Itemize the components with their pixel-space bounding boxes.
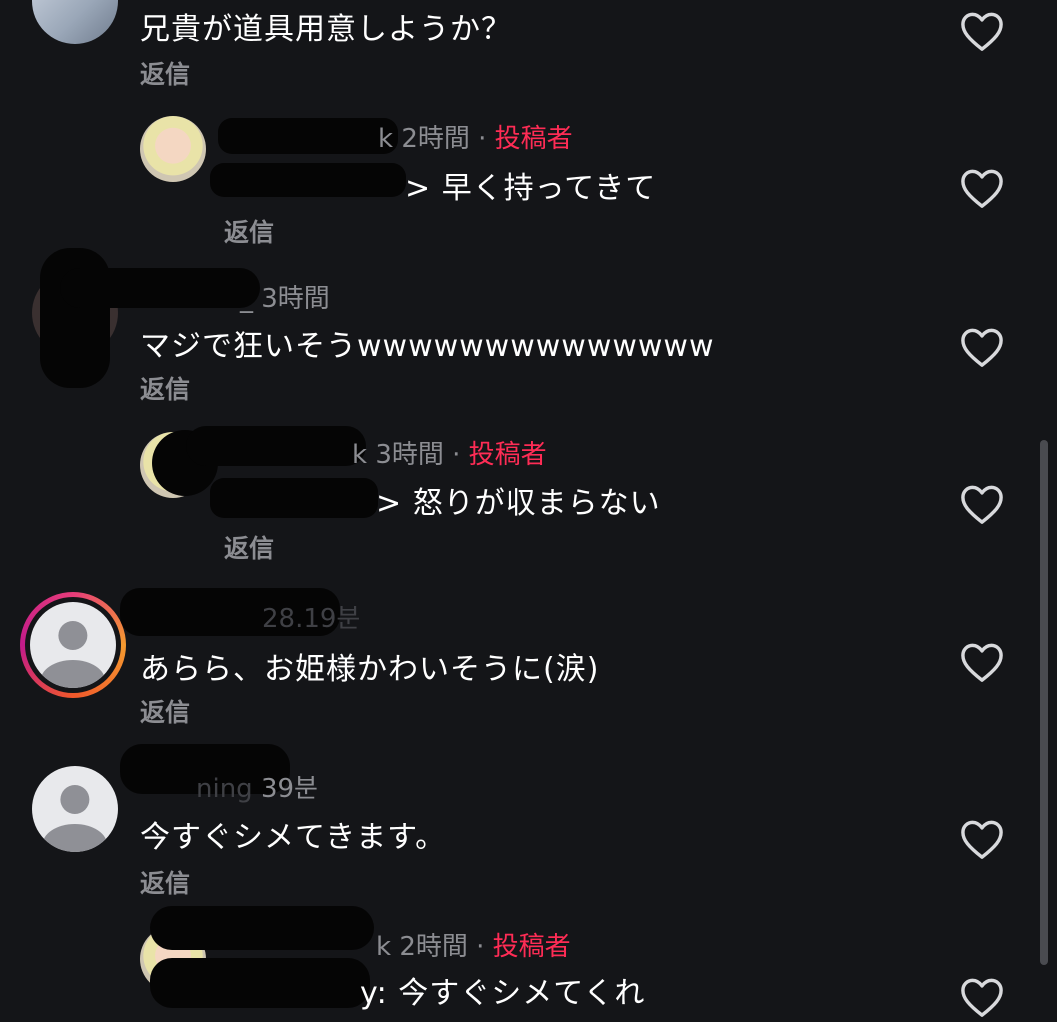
default-user-icon[interactable]	[30, 602, 116, 688]
like-heart-icon[interactable]	[959, 326, 1005, 368]
comment-text-line: y: 今すぐシメてくれ	[360, 968, 645, 1012]
meta-separator: ·	[476, 932, 485, 962]
redacted-username	[218, 118, 398, 154]
comment-time: 28.19분	[262, 604, 361, 634]
comment-text-line: > 早く持ってきて	[405, 163, 656, 207]
comment-text: 早く持ってきて	[441, 171, 657, 206]
author-tag: 投稿者	[468, 440, 547, 470]
redacted-mention	[210, 163, 406, 197]
comment-text: 今すぐシメてくれ	[398, 976, 646, 1011]
like-heart-icon[interactable]	[959, 483, 1005, 525]
redacted-username	[60, 268, 260, 308]
comment-time: 2時間	[399, 932, 468, 962]
author-tag: 投稿者	[494, 124, 573, 154]
reply-button[interactable]: 返信	[140, 864, 190, 900]
redacted-mention	[210, 478, 378, 518]
username-fragment[interactable]: k	[352, 440, 367, 470]
comment-meta: 28.19분	[262, 598, 360, 635]
meta-separator: ·	[478, 124, 487, 154]
like-heart-icon[interactable]	[959, 167, 1005, 209]
comment-text: 怒りが収まらない	[412, 486, 661, 521]
comment-time: 3時間	[261, 284, 330, 314]
avatar[interactable]	[32, 0, 118, 44]
default-user-icon[interactable]	[32, 766, 118, 852]
reply-button[interactable]: 返信	[224, 213, 274, 249]
comment-meta: k 2時間 · 投稿者	[376, 926, 571, 963]
author-tag: 投稿者	[492, 932, 571, 962]
meta-separator: ·	[452, 440, 461, 470]
comment-text: マジで狂いそうwwwwwwwwwwwwww	[140, 329, 715, 364]
comment-meta: k 2時間 · 投稿者	[378, 118, 573, 155]
like-heart-icon[interactable]	[959, 818, 1005, 860]
mention-suffix: >	[405, 171, 432, 206]
like-heart-icon[interactable]	[959, 10, 1005, 52]
reply-button[interactable]: 返信	[140, 370, 190, 406]
mention-suffix: y:	[360, 976, 388, 1011]
redacted-username	[186, 426, 366, 466]
comment-text: あらら、お姫様かわいそうに(涙)	[140, 652, 600, 687]
username-fragment[interactable]: ning	[196, 774, 253, 804]
reply-button[interactable]: 返信	[224, 529, 274, 565]
mention-suffix: >	[376, 486, 403, 521]
comment-time: 3時間	[375, 440, 444, 470]
like-heart-icon[interactable]	[959, 641, 1005, 683]
comment-time: 2時間	[401, 124, 470, 154]
comment-text-line: > 怒りが収まらない	[376, 478, 661, 522]
avatar[interactable]	[140, 116, 206, 182]
reply-button[interactable]: 返信	[140, 55, 190, 91]
username-fragment[interactable]: k	[376, 932, 391, 962]
redacted-mention	[150, 958, 370, 1008]
comment-meta: ning 39분	[196, 768, 318, 805]
comment-text: 兄貴が道具用意しようか？	[140, 12, 512, 47]
reply-button[interactable]: 返信	[140, 693, 190, 729]
like-heart-icon[interactable]	[959, 976, 1005, 1018]
username-fragment[interactable]: k	[378, 124, 393, 154]
comment-time: 39분	[260, 774, 318, 804]
redacted-username	[150, 906, 374, 950]
comment-meta: _ 3時間	[240, 278, 330, 315]
username-fragment[interactable]: _	[240, 284, 253, 314]
scrollbar[interactable]	[1040, 440, 1048, 965]
comment-meta: k 3時間 · 投稿者	[352, 434, 547, 471]
comment-text: 今すぐシメてきます。	[140, 820, 447, 855]
